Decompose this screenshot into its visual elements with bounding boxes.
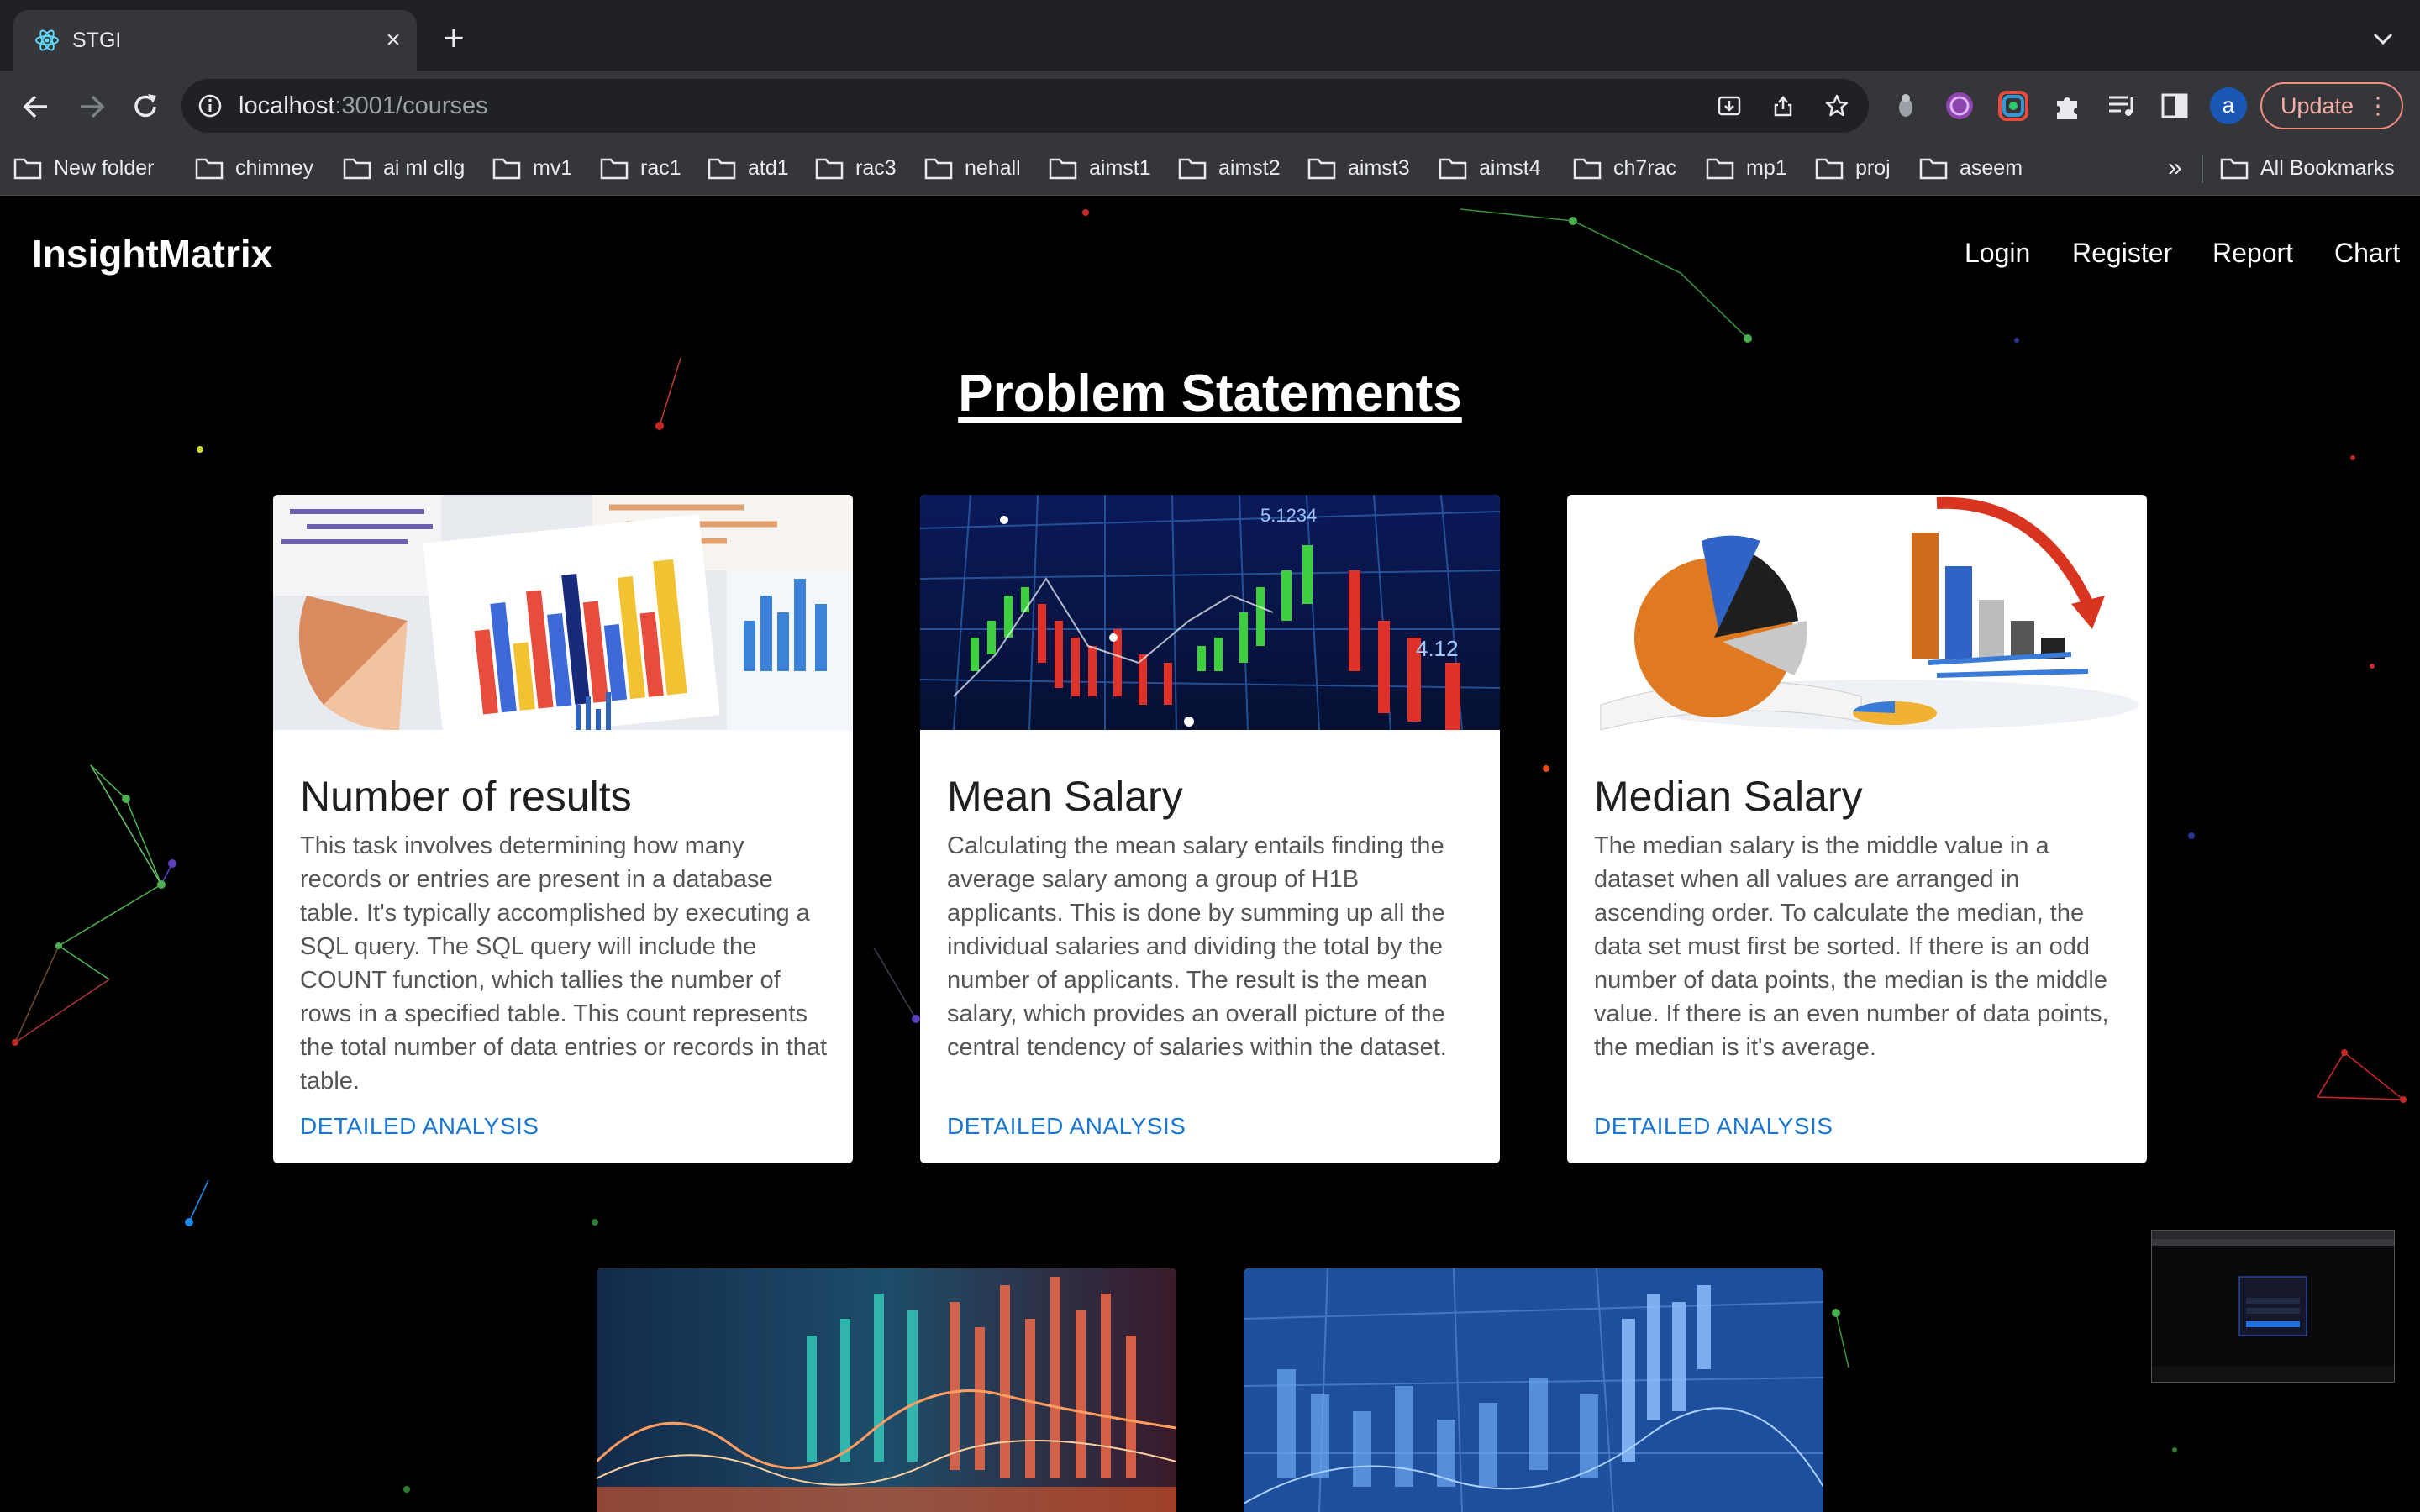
address-bar[interactable]: localhost:3001/courses <box>182 79 1869 133</box>
update-button[interactable]: Update ⋮ <box>2260 82 2403 129</box>
card-description: The median salary is the middle value in… <box>1594 832 2109 1061</box>
detailed-analysis-link[interactable]: DETAILED ANALYSIS <box>1594 1113 1833 1140</box>
extension-purple-icon[interactable] <box>1941 87 1978 124</box>
bookmark-label: aseem <box>1960 156 2023 180</box>
kebab-menu-icon[interactable]: ⋮ <box>2366 84 2390 128</box>
bookmarks-bar: New folder chimney ai ml cllg mv1 rac1 atd1 ra… <box>0 141 2420 196</box>
bar-chart-documents-image <box>273 495 853 730</box>
folder-icon <box>815 158 844 180</box>
card-row2-left <box>597 1268 1176 1512</box>
brand-logo[interactable]: InsightMatrix <box>32 231 272 276</box>
folder-icon <box>1178 158 1207 180</box>
folder-icon <box>708 158 736 180</box>
url-host: localhost <box>239 92 335 119</box>
thumbnail-image <box>2152 1231 2394 1382</box>
card-row2-right <box>1244 1268 1823 1512</box>
bookmark-label: mv1 <box>533 156 573 180</box>
extensions-puzzle-icon[interactable] <box>2049 87 2086 124</box>
bookmarks-overflow-chevron[interactable]: » <box>2168 153 2182 183</box>
bookmark-label: ch7rac <box>1613 156 1677 180</box>
all-bookmarks-label: All Bookmarks <box>2260 156 2395 180</box>
bookmark-label: aimst2 <box>1218 156 1281 180</box>
update-label: Update <box>2281 93 2354 118</box>
detailed-analysis-link[interactable]: DETAILED ANALYSIS <box>300 1113 539 1140</box>
card-title: Mean Salary <box>947 773 1183 820</box>
url-path: :3001/courses <box>334 92 488 119</box>
folder-icon <box>600 158 629 180</box>
folder-icon <box>195 158 224 180</box>
screenshot-preview-thumbnail[interactable] <box>2151 1230 2395 1383</box>
card-title: Number of results <box>300 773 632 820</box>
folder-icon <box>1573 158 1602 180</box>
bookmark-label: aimst3 <box>1348 156 1410 180</box>
share-icon[interactable] <box>1770 92 1797 119</box>
bookmarks-divider <box>2202 155 2203 183</box>
folder-icon <box>1919 158 1948 180</box>
nav-login[interactable]: Login <box>1965 238 2030 269</box>
page-content: InsightMatrix Login Register Report Char… <box>0 196 2420 1512</box>
page-title: Problem Statements <box>958 365 1462 423</box>
pie-chart-3d-image <box>1567 495 2147 730</box>
reload-icon[interactable] <box>128 89 163 124</box>
bookmark-label: mp1 <box>1746 156 1787 180</box>
card-description: This task involves determining how many … <box>300 832 828 1095</box>
nav-register[interactable]: Register <box>2072 238 2172 269</box>
bookmark-label: chimney <box>235 156 314 180</box>
extension-gray-icon[interactable] <box>1887 87 1924 124</box>
folder-icon <box>343 158 371 180</box>
folder-icon <box>1049 158 1077 180</box>
folder-icon <box>492 158 521 180</box>
folder-icon <box>1815 158 1844 180</box>
forward-arrow-icon[interactable] <box>74 89 109 124</box>
tab-search-chevron-icon[interactable] <box>2366 22 2400 55</box>
folder-icon <box>1706 158 1734 180</box>
folder-icon <box>1307 158 1336 180</box>
bookmark-label: proj <box>1855 156 1891 180</box>
tab-strip: STGI × + <box>0 0 2420 71</box>
card-title: Median Salary <box>1594 773 1863 820</box>
card-description: Calculating the mean salary entails find… <box>947 832 1447 1061</box>
tab-title: STGI <box>72 29 122 52</box>
detailed-analysis-link[interactable]: DETAILED ANALYSIS <box>947 1113 1186 1140</box>
image-text-top: 5.1234 <box>1260 505 1317 526</box>
extension-color-icon[interactable] <box>1995 87 2032 124</box>
folder-icon <box>1439 158 1467 180</box>
financial-graph-image <box>597 1268 1176 1512</box>
folder-icon <box>2220 158 2249 180</box>
bookmark-label: ai ml cllg <box>383 156 466 180</box>
bookmark-label: aimst1 <box>1089 156 1151 180</box>
profile-avatar[interactable]: a <box>2210 87 2247 124</box>
image-text-right: 4.12 <box>1416 636 1459 661</box>
bookmark-star-icon[interactable] <box>1823 92 1850 119</box>
folder-icon <box>13 158 42 180</box>
bookmark-label: rac1 <box>640 156 681 180</box>
bookmark-label: aimst4 <box>1479 156 1541 180</box>
react-icon <box>35 29 59 51</box>
stock-candlestick-image: 5.1234 4.12 <box>920 495 1500 730</box>
card-number-of-results: Number of results This task involves det… <box>273 495 853 1163</box>
bookmark-label: New folder <box>54 156 155 180</box>
folder-icon <box>924 158 953 180</box>
card-median-salary: Median Salary The median salary is the m… <box>1567 495 2147 1163</box>
back-arrow-icon[interactable] <box>18 89 54 124</box>
card-mean-salary: 5.1234 4.12 Mean Salary Calculating the … <box>920 495 1500 1163</box>
nav-report[interactable]: Report <box>2212 238 2293 269</box>
browser-toolbar: localhost:3001/courses a Update ⋮ <box>0 71 2420 141</box>
side-panel-icon[interactable] <box>2156 87 2193 124</box>
media-control-icon[interactable] <box>2102 87 2139 124</box>
bookmark-label: rac3 <box>855 156 897 180</box>
url-text: localhost:3001/courses <box>239 92 488 120</box>
site-info-icon[interactable] <box>197 92 224 119</box>
close-tab-icon[interactable]: × <box>376 24 410 57</box>
nav-chart[interactable]: Chart <box>2334 238 2400 269</box>
bookmark-label: nehall <box>965 156 1021 180</box>
install-app-icon[interactable] <box>1716 92 1743 119</box>
new-tab-icon[interactable]: + <box>437 20 471 57</box>
blue-finance-image <box>1244 1268 1823 1512</box>
browser-tab[interactable]: STGI × <box>13 10 417 71</box>
bookmark-label: atd1 <box>748 156 789 180</box>
